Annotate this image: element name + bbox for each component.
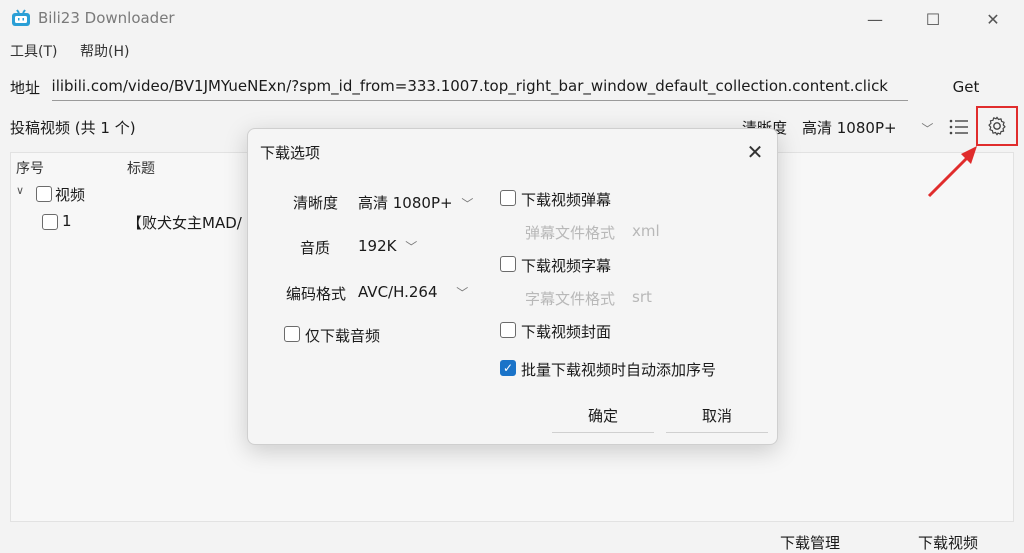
minimize-button[interactable]: — bbox=[846, 0, 904, 38]
chevron-down-icon[interactable]: ∨ bbox=[16, 184, 24, 197]
column-header-index: 序号 bbox=[16, 161, 44, 177]
danmaku-format-label: 弹幕文件格式 bbox=[525, 224, 616, 242]
audio-only-label: 仅下载音频 bbox=[305, 327, 381, 345]
cancel-button[interactable]: 取消 bbox=[666, 400, 768, 433]
download-video-button[interactable]: 下载视频 bbox=[918, 532, 978, 553]
group-label: 视频 bbox=[55, 186, 86, 204]
address-label: 地址 bbox=[10, 79, 41, 97]
close-window-button[interactable]: ✕ bbox=[964, 0, 1022, 38]
dialog-quality-value: 高清 1080P+ bbox=[358, 194, 453, 212]
ok-button[interactable]: 确定 bbox=[552, 400, 654, 433]
auto-number-label: 批量下载视频时自动添加序号 bbox=[521, 361, 717, 379]
danmaku-checkbox[interactable] bbox=[500, 190, 516, 206]
chevron-down-icon: ﹀ bbox=[405, 240, 418, 254]
maximize-button[interactable]: ☐ bbox=[904, 0, 962, 38]
row-title: 【败犬女主MAD/ bbox=[127, 214, 242, 232]
row-checkbox[interactable] bbox=[42, 214, 58, 230]
dialog-audio-label: 音质 bbox=[299, 239, 330, 257]
dialog-quality-select[interactable]: 高清 1080P+ ﹀ bbox=[358, 192, 473, 213]
dialog-audio-value: 192K bbox=[358, 237, 397, 255]
dialog-codec-value: AVC/H.264 bbox=[358, 283, 438, 301]
chevron-down-icon: ﹀ bbox=[456, 286, 469, 300]
subtitle-label: 下载视频字幕 bbox=[521, 257, 612, 275]
audio-only-checkbox[interactable] bbox=[284, 326, 300, 342]
video-count-title: 投稿视频 (共 1 个) bbox=[10, 119, 136, 137]
gear-icon bbox=[988, 116, 1006, 136]
download-manager-button[interactable]: 下载管理 bbox=[780, 532, 840, 553]
dialog-audio-select[interactable]: 192K ﹀ bbox=[358, 237, 417, 255]
quality-select[interactable]: 高清 1080P+ ﹀ bbox=[802, 117, 933, 138]
dialog-close-icon[interactable]: ✕ bbox=[744, 140, 766, 164]
cover-checkbox[interactable] bbox=[500, 322, 516, 338]
bilibili-app-icon bbox=[12, 9, 30, 26]
dialog-codec-label: 编码格式 bbox=[285, 285, 346, 303]
menu-tools[interactable]: 工具(T) bbox=[10, 41, 57, 61]
chevron-down-icon: ﹀ bbox=[921, 122, 934, 136]
subtitle-format-label: 字幕文件格式 bbox=[525, 290, 616, 308]
row-index: 1 bbox=[62, 212, 72, 230]
window-title: Bili23 Downloader bbox=[38, 9, 175, 27]
auto-number-checkbox[interactable]: ✓ bbox=[500, 360, 516, 376]
menu-help[interactable]: 帮助(H) bbox=[80, 41, 129, 61]
chevron-down-icon: ﹀ bbox=[461, 197, 474, 211]
column-header-title: 标题 bbox=[127, 161, 155, 177]
dialog-title: 下载选项 bbox=[260, 144, 321, 162]
danmaku-label: 下载视频弹幕 bbox=[521, 191, 612, 209]
get-button[interactable]: Get bbox=[936, 72, 996, 102]
subtitle-checkbox[interactable] bbox=[500, 256, 516, 272]
annotation-arrow-icon bbox=[927, 146, 977, 198]
list-icon[interactable] bbox=[948, 116, 970, 138]
address-input[interactable] bbox=[52, 72, 908, 101]
quality-select-value: 高清 1080P+ bbox=[802, 119, 897, 137]
dialog-quality-label: 清晰度 bbox=[292, 194, 338, 212]
group-checkbox[interactable] bbox=[36, 186, 52, 202]
dialog-codec-select[interactable]: AVC/H.264 ﹀ bbox=[358, 283, 468, 301]
danmaku-format-select[interactable]: xml bbox=[632, 222, 660, 240]
cover-label: 下载视频封面 bbox=[521, 323, 612, 341]
subtitle-format-select[interactable]: srt bbox=[632, 288, 652, 306]
